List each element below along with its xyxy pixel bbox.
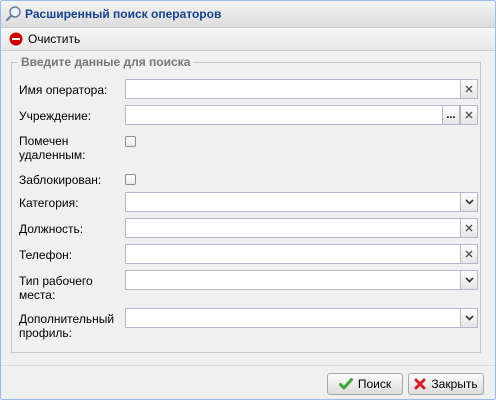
category-label: Категория: <box>19 196 79 210</box>
close-icon <box>465 224 473 232</box>
operator-name-input[interactable] <box>125 79 478 99</box>
close-icon <box>465 250 473 258</box>
workplace-type-dropdown-trigger[interactable] <box>460 270 478 290</box>
additional-profile-label-line1: Дополнительный <box>19 312 115 326</box>
clear-icon <box>9 32 23 46</box>
magnifier-icon <box>5 6 21 22</box>
chevron-down-icon <box>464 315 474 321</box>
chevron-down-icon <box>464 277 474 283</box>
search-operators-dialog: Расширенный поиск операторов Очистить Вв… <box>0 0 496 400</box>
ellipsis-icon: ... <box>446 109 456 121</box>
marked-deleted-label-line1: Помечен <box>19 134 69 148</box>
dialog-footer: Поиск Закрыть <box>1 365 495 399</box>
blocked-checkbox[interactable] <box>125 174 136 185</box>
position-clear-trigger[interactable] <box>460 218 478 238</box>
close-button[interactable]: Закрыть <box>408 373 484 395</box>
institution-input[interactable]: ... <box>125 105 478 125</box>
search-button[interactable]: Поиск <box>327 373 403 395</box>
workplace-type-label-line1: Тип рабочего <box>19 274 93 288</box>
checkmark-icon <box>338 378 353 390</box>
clear-button[interactable]: Очистить <box>9 31 80 47</box>
dialog-title: Расширенный поиск операторов <box>25 7 222 21</box>
dialog-titlebar[interactable]: Расширенный поиск операторов <box>1 1 495 28</box>
marked-deleted-label-line2: удаленным: <box>19 148 86 162</box>
position-input[interactable] <box>125 218 478 238</box>
phone-clear-trigger[interactable] <box>460 244 478 264</box>
toolbar: Очистить <box>1 28 495 51</box>
blocked-label: Заблокирован: <box>19 173 102 187</box>
marked-deleted-checkbox[interactable] <box>125 136 136 147</box>
institution-label: Учреждение: <box>19 109 92 123</box>
institution-clear-trigger[interactable] <box>460 105 478 125</box>
additional-profile-label-line2: профиль: <box>19 326 73 340</box>
phone-input[interactable] <box>125 244 478 264</box>
chevron-down-icon <box>464 199 474 205</box>
close-icon <box>414 378 426 390</box>
category-dropdown-trigger[interactable] <box>460 192 478 212</box>
search-button-label: Поиск <box>357 377 392 391</box>
phone-label: Телефон: <box>19 248 73 262</box>
position-label: Должность: <box>19 222 84 236</box>
close-icon <box>465 111 473 119</box>
institution-browse-trigger[interactable]: ... <box>442 105 460 125</box>
additional-profile-dropdown-trigger[interactable] <box>460 308 478 328</box>
workplace-type-select[interactable] <box>125 270 478 290</box>
close-icon <box>465 85 473 93</box>
close-button-label: Закрыть <box>431 377 478 391</box>
category-select[interactable] <box>125 192 478 212</box>
clear-button-label: Очистить <box>28 32 81 46</box>
operator-name-clear-trigger[interactable] <box>460 79 478 99</box>
fieldset-legend: Введите данные для поиска <box>21 55 191 69</box>
operator-name-label: Имя оператора: <box>19 83 108 97</box>
additional-profile-select[interactable] <box>125 308 478 328</box>
workplace-type-label-line2: места: <box>19 288 56 302</box>
